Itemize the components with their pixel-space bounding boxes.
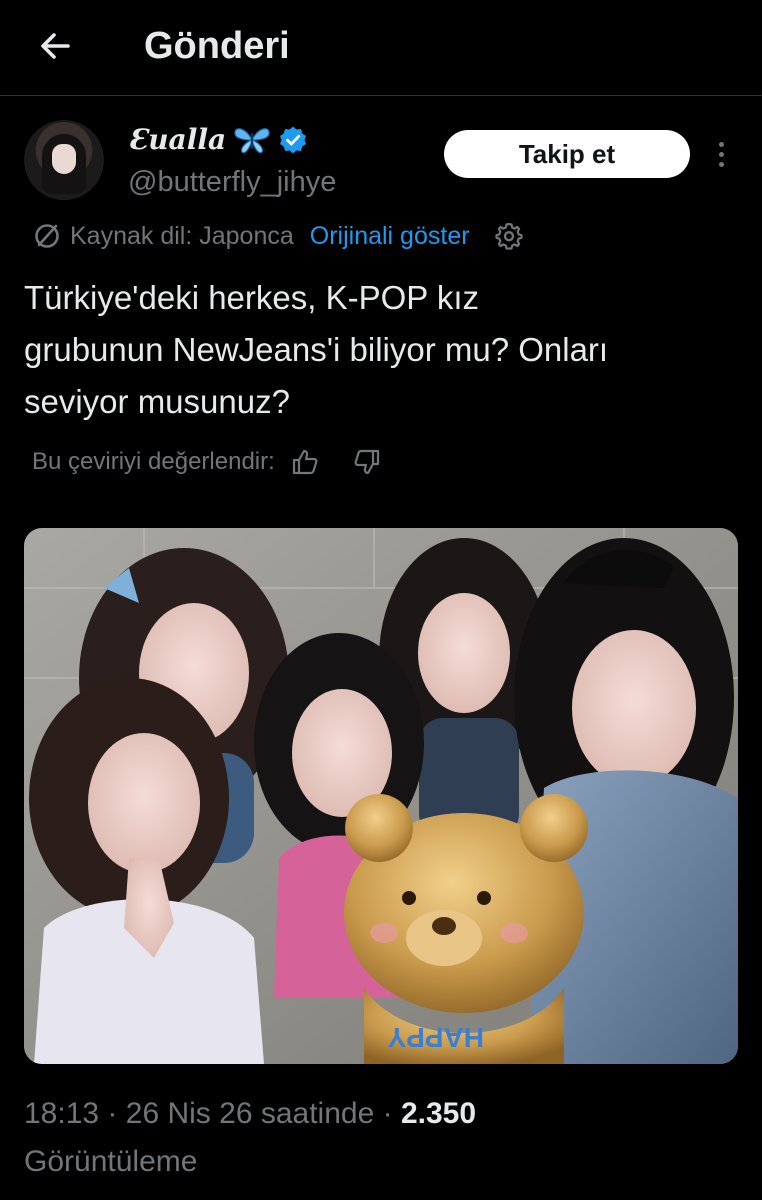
- top-bar: Gönderi: [0, 0, 762, 96]
- verified-badge-icon: [280, 126, 307, 154]
- gear-icon[interactable]: [494, 221, 524, 251]
- group-photo: HAPPY: [24, 528, 738, 1064]
- views-count: 2.350: [400, 1097, 477, 1130]
- avatar[interactable]: [24, 120, 104, 200]
- more-options-button[interactable]: [706, 138, 736, 170]
- thumbs-up-icon[interactable]: [291, 448, 319, 476]
- post-meta: 18:13 · 26 Nis 26 saatinde · 2.350 Görün…: [24, 1090, 744, 1186]
- thumbs-down-icon[interactable]: [353, 448, 381, 476]
- meta-separator: ·: [107, 1097, 118, 1130]
- post-date[interactable]: 26 Nis 26 saatinde: [126, 1097, 375, 1130]
- author-display-name: Ɛualla: [128, 123, 227, 156]
- avatar-face: [52, 144, 76, 174]
- bear-balloon: HAPPY: [344, 794, 588, 1064]
- page-title: Gönderi: [144, 25, 290, 67]
- source-language-label: Kaynak dil: Japonca: [70, 221, 294, 250]
- translation-info: Kaynak dil: Japonca Orijinali göster: [32, 216, 524, 256]
- translate-icon: [35, 224, 59, 248]
- more-dot-icon: [718, 141, 724, 147]
- post-time[interactable]: 18:13: [24, 1097, 99, 1130]
- meta-separator: ·: [382, 1097, 393, 1130]
- more-dot-icon: [718, 161, 724, 167]
- views-label: Görüntüleme: [24, 1145, 198, 1178]
- back-button[interactable]: [32, 24, 80, 68]
- post-photo[interactable]: HAPPY: [24, 528, 738, 1064]
- post-meta-line-1: 18:13 · 26 Nis 26 saatinde · 2.350: [24, 1090, 744, 1138]
- post-text-line: Türkiye'deki herkes, K-POP kız: [24, 279, 480, 316]
- butterfly-icon: [234, 128, 270, 154]
- rate-translation-row: Bu çeviriyi değerlendir:: [32, 440, 381, 484]
- balloon-text: HAPPY: [387, 1022, 484, 1053]
- more-dot-icon: [718, 151, 724, 157]
- post-text-line: grubunun NewJeans'i biliyor mu? Onları: [24, 331, 609, 368]
- follow-button[interactable]: Takip et: [444, 130, 690, 178]
- arrow-left-icon: [41, 33, 70, 59]
- post-text: Türkiye'deki herkes, K-POP kız grubunun …: [24, 272, 744, 428]
- post-text-line: seviyor musunuz?: [24, 383, 290, 420]
- author-name-row[interactable]: Ɛualla: [128, 122, 308, 158]
- author-handle[interactable]: @butterfly_jihye: [128, 164, 336, 200]
- show-original-link[interactable]: Orijinali göster: [310, 222, 470, 251]
- rate-translation-label: Bu çeviriyi değerlendir:: [32, 448, 275, 475]
